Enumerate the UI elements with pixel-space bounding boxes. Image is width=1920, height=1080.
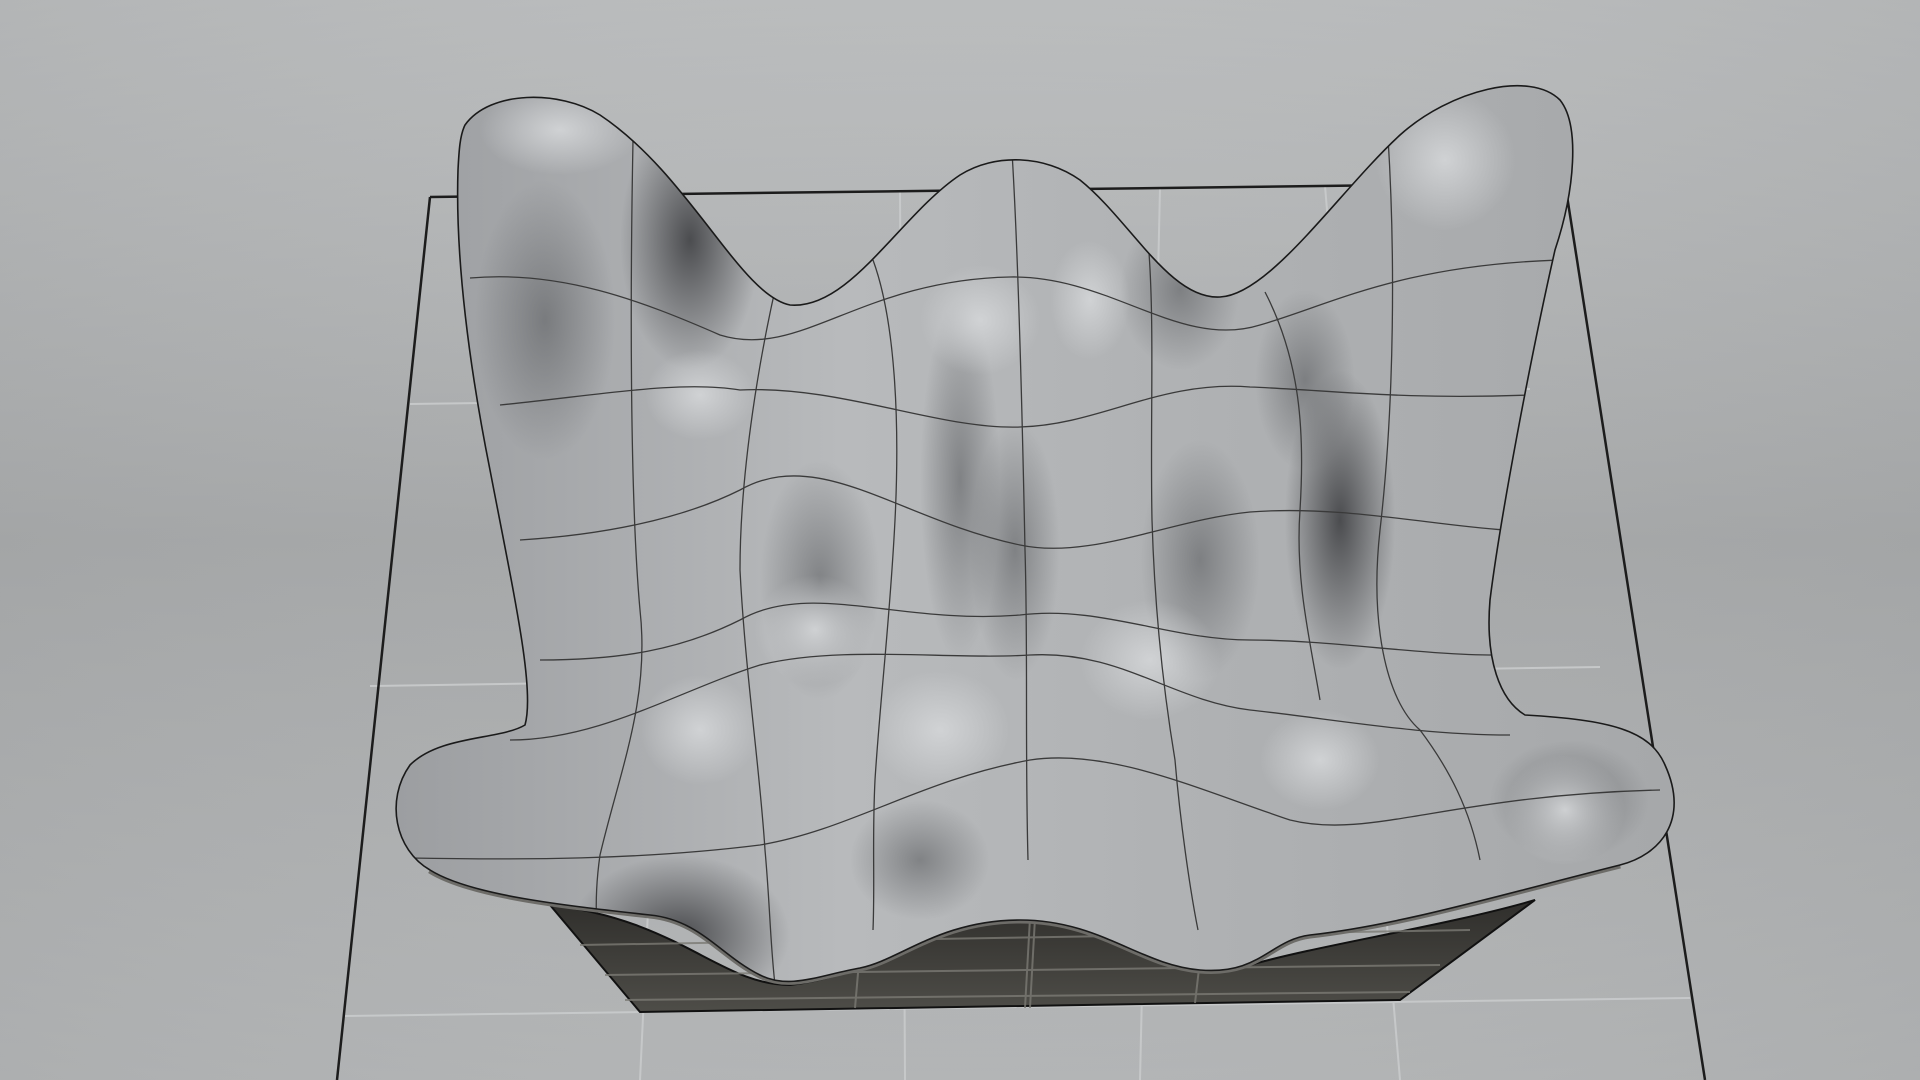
viewport-scene[interactable] <box>0 0 1920 1080</box>
3d-viewport[interactable] <box>0 0 1920 1080</box>
